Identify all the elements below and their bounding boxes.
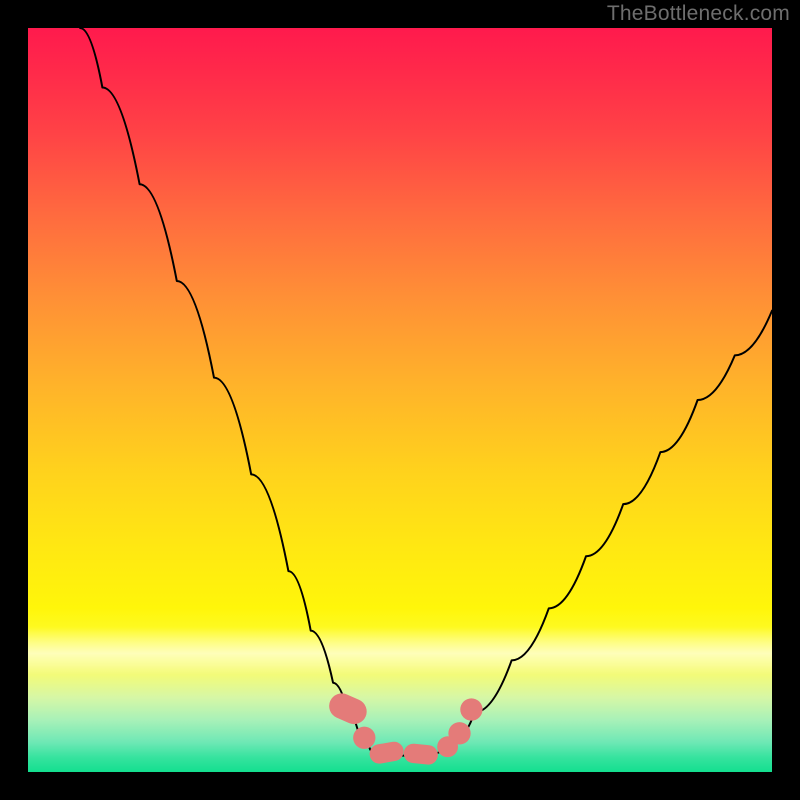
valley-marker-1 bbox=[353, 727, 375, 749]
valley-marker-6 bbox=[460, 698, 482, 720]
valley-marker-5 bbox=[448, 722, 470, 744]
curve-layer bbox=[28, 28, 772, 772]
chart-frame: TheBottleneck.com bbox=[0, 0, 800, 800]
curve-group bbox=[80, 28, 772, 756]
valley-marker-0 bbox=[325, 689, 371, 728]
curve-right-curve bbox=[445, 311, 772, 750]
marker-group bbox=[325, 689, 482, 765]
valley-marker-2 bbox=[368, 740, 405, 765]
valley-marker-3 bbox=[403, 743, 439, 766]
plot-area bbox=[28, 28, 772, 772]
curve-left-curve bbox=[80, 28, 370, 750]
watermark-text: TheBottleneck.com bbox=[607, 2, 790, 26]
